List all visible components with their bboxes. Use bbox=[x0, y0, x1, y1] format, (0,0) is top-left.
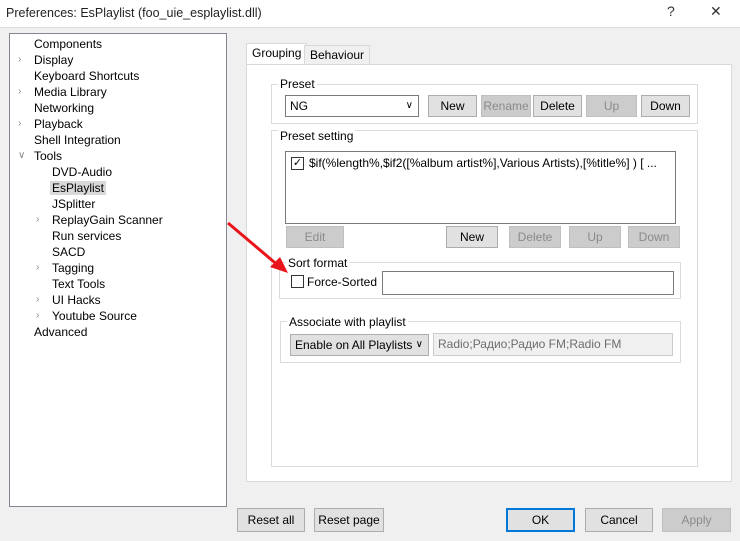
close-button[interactable]: ✕ bbox=[710, 3, 722, 20]
cancel-button[interactable]: Cancel bbox=[585, 508, 653, 532]
preset-delete-button[interactable]: Delete bbox=[533, 95, 582, 117]
preset-setting-list[interactable]: ✓ $if(%length%,$if2([%album artist%],Var… bbox=[285, 151, 676, 224]
tree-item-youtube-source[interactable]: › Youtube Source bbox=[36, 308, 139, 324]
preset-item-checkbox[interactable]: ✓ bbox=[291, 157, 304, 170]
reset-page-button[interactable]: Reset page bbox=[314, 508, 384, 532]
playlists-input[interactable]: Radio;Радио;Радио FM;Radio FM bbox=[433, 333, 673, 356]
ok-button[interactable]: OK bbox=[506, 508, 575, 532]
tree-item-esplaylist[interactable]: EsPlaylist bbox=[50, 180, 107, 196]
chevron-down-icon: ∨ bbox=[405, 100, 413, 111]
setting-new-button[interactable]: New bbox=[446, 226, 498, 248]
tree-item-text-tools[interactable]: Text Tools bbox=[50, 276, 107, 292]
preset-label: Preset bbox=[278, 77, 317, 91]
tree-item-tools[interactable]: ∨ Tools bbox=[18, 148, 64, 164]
preset-value: NG bbox=[290, 99, 308, 113]
associate-label: Associate with playlist bbox=[287, 315, 408, 329]
preset-rename-button[interactable]: Rename bbox=[481, 95, 531, 117]
tab-grouping[interactable]: Grouping bbox=[246, 43, 308, 65]
tree-item-label: Media Library bbox=[34, 85, 107, 99]
tree-item-ui-hacks[interactable]: › UI Hacks bbox=[36, 292, 103, 308]
tree-item-label: Display bbox=[34, 53, 74, 67]
chevron-right-icon[interactable]: › bbox=[18, 116, 21, 132]
window-title: Preferences: EsPlaylist (foo_uie_esplayl… bbox=[6, 6, 262, 20]
tree-item-label: Components bbox=[34, 37, 103, 51]
tree-item-label: Tools bbox=[34, 149, 63, 163]
apply-button[interactable]: Apply bbox=[662, 508, 731, 532]
tree-item-components[interactable]: Components bbox=[32, 36, 104, 52]
tree-item-advanced[interactable]: Advanced bbox=[32, 324, 89, 340]
preset-down-button[interactable]: Down bbox=[641, 95, 690, 117]
tree-item-label: Run services bbox=[52, 229, 122, 243]
tree-item-label: DVD-Audio bbox=[52, 165, 113, 179]
tree-item-keyboard-shortcuts[interactable]: Keyboard Shortcuts bbox=[32, 68, 141, 84]
tree-item-replaygain-scanner[interactable]: › ReplayGain Scanner bbox=[36, 212, 165, 228]
setting-delete-button[interactable]: Delete bbox=[509, 226, 561, 248]
tree-item-display[interactable]: › Display bbox=[18, 52, 75, 68]
tree-item-jsplitter[interactable]: JSplitter bbox=[50, 196, 97, 212]
tree-item-run-services[interactable]: Run services bbox=[50, 228, 123, 244]
tab-behaviour[interactable]: Behaviour bbox=[304, 45, 371, 65]
tree-item-label: SACD bbox=[52, 245, 86, 259]
setting-down-button[interactable]: Down bbox=[628, 226, 680, 248]
tree-item-label: Shell Integration bbox=[34, 133, 121, 147]
tree-item-dvd-audio[interactable]: DVD-Audio bbox=[50, 164, 114, 180]
chevron-right-icon[interactable]: › bbox=[36, 260, 39, 276]
chevron-right-icon[interactable]: › bbox=[18, 84, 21, 100]
tree-item-label: ReplayGain Scanner bbox=[52, 213, 163, 227]
tree-item-sacd[interactable]: SACD bbox=[50, 244, 87, 260]
tree-item-label: EsPlaylist bbox=[50, 181, 107, 195]
tree-item-label: Advanced bbox=[34, 325, 88, 339]
chevron-right-icon[interactable]: › bbox=[36, 292, 39, 308]
tree-item-label: JSplitter bbox=[52, 197, 96, 211]
chevron-right-icon[interactable]: › bbox=[36, 308, 39, 324]
associate-value: Enable on All Playlists bbox=[295, 338, 413, 352]
chevron-right-icon[interactable]: › bbox=[36, 212, 39, 228]
setting-up-button[interactable]: Up bbox=[569, 226, 621, 248]
chevron-right-icon[interactable]: › bbox=[18, 52, 21, 68]
preset-setting-label: Preset setting bbox=[278, 129, 356, 143]
preset-dropdown[interactable]: NG ∨ bbox=[285, 95, 419, 117]
tree-item-label: Playback bbox=[34, 117, 83, 131]
tree-item-label: Text Tools bbox=[52, 277, 106, 291]
tree-item-label: UI Hacks bbox=[52, 293, 101, 307]
chevron-down-icon[interactable]: ∨ bbox=[18, 148, 25, 164]
help-button[interactable]: ? bbox=[667, 3, 675, 19]
preset-up-button[interactable]: Up bbox=[586, 95, 637, 117]
force-sorted-label[interactable]: Force-Sorted bbox=[307, 275, 377, 289]
tree-item-label: Tagging bbox=[52, 261, 95, 275]
tree-item-tagging[interactable]: › Tagging bbox=[36, 260, 96, 276]
title-bar: Preferences: EsPlaylist (foo_uie_esplayl… bbox=[0, 0, 740, 28]
preset-item-label[interactable]: $if(%length%,$if2([%album artist%],Vario… bbox=[309, 156, 657, 170]
tree-item-label: Keyboard Shortcuts bbox=[34, 69, 140, 83]
tree-item-playback[interactable]: › Playback bbox=[18, 116, 85, 132]
preferences-tree[interactable]: Components › Display Keyboard Shortcuts › Med… bbox=[9, 33, 227, 507]
chevron-down-icon: ∨ bbox=[415, 339, 423, 350]
tree-item-label: Networking bbox=[34, 101, 95, 115]
preset-new-button[interactable]: New bbox=[428, 95, 477, 117]
associate-dropdown[interactable]: Enable on All Playlists ∨ bbox=[290, 334, 429, 356]
tree-item-media-library[interactable]: › Media Library bbox=[18, 84, 109, 100]
sort-format-input[interactable] bbox=[382, 271, 674, 295]
reset-all-button[interactable]: Reset all bbox=[237, 508, 305, 532]
red-arrow-annotation bbox=[227, 221, 288, 273]
tree-item-networking[interactable]: Networking bbox=[32, 100, 96, 116]
tree-item-shell-integration[interactable]: Shell Integration bbox=[32, 132, 123, 148]
tree-item-label: Youtube Source bbox=[52, 309, 137, 323]
